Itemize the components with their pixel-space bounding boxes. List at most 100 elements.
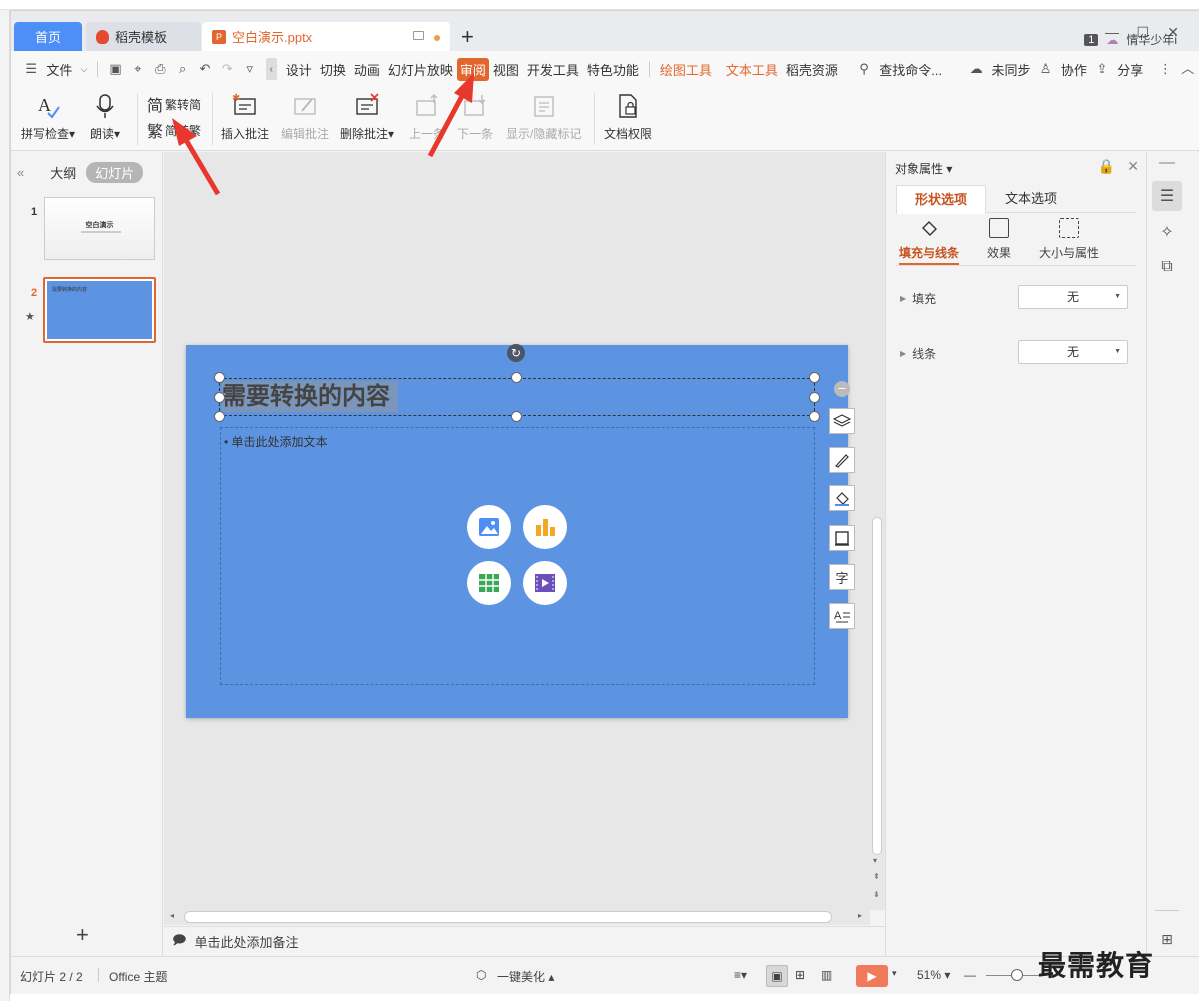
- slide-thumbnail-1[interactable]: 空白演示: [44, 197, 155, 260]
- menu-view[interactable]: 视图: [489, 60, 523, 79]
- collaborate-button[interactable]: 协作: [1057, 60, 1091, 79]
- resize-handle[interactable]: [214, 392, 225, 403]
- document-rights-button[interactable]: 文档权限: [604, 87, 652, 142]
- slide-sorter-icon[interactable]: ⊞: [795, 968, 805, 982]
- print-icon[interactable]: ⎙: [152, 61, 168, 77]
- scroll-left-icon[interactable]: ◂: [170, 911, 174, 920]
- fill-select[interactable]: 无 ▼: [1018, 285, 1128, 309]
- expand-arrow-icon[interactable]: ▶: [900, 349, 906, 358]
- notes-bar[interactable]: 🗩 单击此处添加备注: [164, 926, 885, 956]
- edit-comment-button[interactable]: 编辑批注: [281, 87, 329, 142]
- collapse-toolbar-icon[interactable]: −: [834, 381, 850, 397]
- search-icon[interactable]: ⚲: [856, 61, 872, 77]
- menu-file[interactable]: 文件: [42, 60, 76, 79]
- tab-template[interactable]: 稻壳模板: [86, 22, 201, 51]
- format-painter-icon[interactable]: ⌖: [130, 61, 146, 77]
- slide-thumbnail-2[interactable]: 需要转换的内容: [43, 277, 156, 343]
- subtab-effects[interactable]: 效果: [987, 218, 1011, 261]
- menu-review[interactable]: 审阅: [456, 57, 489, 81]
- window-count-badge[interactable]: 1: [1084, 33, 1099, 46]
- body-placeholder-text[interactable]: • 单击此处添加文本: [224, 433, 328, 450]
- resize-handle[interactable]: [809, 372, 820, 383]
- fill-row[interactable]: ▶ 填充: [900, 290, 936, 307]
- menu-animation[interactable]: 动画: [350, 60, 384, 79]
- redo-icon[interactable]: ↷: [219, 61, 235, 77]
- sync-status[interactable]: 未同步: [987, 60, 1034, 79]
- properties-toggle-icon[interactable]: ☰: [1152, 181, 1182, 211]
- next-slide-icon[interactable]: ⇟: [873, 890, 880, 899]
- print-preview-icon[interactable]: ⌕: [174, 61, 190, 77]
- tab-document[interactable]: P 空白演示.pptx: [202, 22, 450, 51]
- rotate-handle-icon[interactable]: ↻: [507, 344, 525, 362]
- line-select[interactable]: 无 ▼: [1018, 340, 1128, 364]
- resize-handle[interactable]: [214, 372, 225, 383]
- reading-view-icon[interactable]: ▥: [821, 968, 832, 982]
- search-command-field[interactable]: 查找命令...: [875, 60, 946, 79]
- play-slideshow-icon[interactable]: ▶: [856, 965, 888, 987]
- properties-title[interactable]: 对象属性 ▾: [895, 160, 952, 177]
- insert-video-icon[interactable]: [523, 561, 567, 605]
- zoom-out-icon[interactable]: —: [964, 968, 976, 982]
- menu-developer[interactable]: 开发工具: [523, 60, 583, 79]
- delete-comment-button[interactable]: 删除批注▾: [340, 87, 394, 142]
- horizontal-scroll-thumb[interactable]: [184, 911, 832, 923]
- slide-title[interactable]: 需要转换的内容: [222, 381, 398, 412]
- tab-text-options[interactable]: 文本选项: [986, 185, 1076, 212]
- hamburger-icon[interactable]: ☰: [23, 61, 39, 77]
- insert-table-icon[interactable]: [467, 561, 511, 605]
- menu-drawing-tools[interactable]: 绘图工具: [656, 60, 716, 79]
- vertical-scroll-thumb[interactable]: [872, 517, 882, 855]
- vertical-scrollbar[interactable]: ▾ ⇞ ⇟: [870, 152, 885, 910]
- spell-check-button[interactable]: A 拼写检查▾: [21, 87, 75, 142]
- customize-dropdown-icon[interactable]: ▿: [242, 61, 258, 77]
- read-aloud-button[interactable]: 朗读▾: [90, 87, 120, 142]
- one-click-beautify[interactable]: 一键美化 ▴: [497, 968, 554, 985]
- resize-handle[interactable]: [809, 392, 820, 403]
- tab-home[interactable]: 首页: [14, 22, 82, 51]
- layers-icon[interactable]: [829, 408, 855, 434]
- tab-outline[interactable]: 大纲: [50, 163, 76, 182]
- notes-view-icon[interactable]: ≡▾: [734, 968, 747, 982]
- add-slide-button[interactable]: +: [76, 922, 89, 948]
- menu-features[interactable]: 特色功能: [583, 60, 643, 79]
- scroll-right-icon[interactable]: ▸: [858, 911, 862, 920]
- play-options-icon[interactable]: ▾: [892, 968, 897, 979]
- collapse-ribbon-icon[interactable]: ︿: [1180, 61, 1196, 77]
- show-hide-markup-button[interactable]: 显示/隐藏标记: [506, 87, 581, 142]
- menu-design[interactable]: 设计: [282, 60, 316, 79]
- text-format-icon[interactable]: 字: [829, 564, 855, 590]
- expand-arrow-icon[interactable]: ▶: [900, 294, 906, 303]
- insert-chart-icon[interactable]: [523, 505, 567, 549]
- grid-apps-icon[interactable]: ⊞: [1152, 924, 1182, 954]
- cloud-sync-icon[interactable]: ☁: [968, 61, 984, 77]
- trad-to-simp-button[interactable]: 简 繁转简: [147, 92, 201, 116]
- pin-panel-icon[interactable]: 🔒: [1098, 158, 1115, 175]
- subtab-size-properties[interactable]: 大小与属性: [1039, 218, 1099, 261]
- insert-picture-icon[interactable]: [467, 505, 511, 549]
- simp-to-trad-button[interactable]: 繁 简转繁: [147, 118, 201, 142]
- collaborate-icon[interactable]: ♙: [1037, 61, 1053, 77]
- more-options-icon[interactable]: ⋮: [1157, 61, 1173, 77]
- magic-wand-icon[interactable]: ✧: [1152, 217, 1182, 247]
- previous-comment-button[interactable]: 上一条: [409, 87, 445, 142]
- menu-transition[interactable]: 切换: [316, 60, 350, 79]
- zoom-level[interactable]: 51% ▾: [917, 968, 950, 982]
- resize-handle[interactable]: [214, 411, 225, 422]
- share-button[interactable]: 分享: [1113, 60, 1147, 79]
- scroll-left-icon[interactable]: ‹: [265, 58, 277, 80]
- insert-comment-button[interactable]: ✱ 插入批注: [221, 87, 269, 142]
- resize-handle[interactable]: [511, 411, 522, 422]
- undo-icon[interactable]: ↶: [197, 61, 213, 77]
- scroll-down-icon[interactable]: ▾: [873, 856, 877, 865]
- body-placeholder-frame[interactable]: [220, 427, 815, 685]
- beautify-icon[interactable]: ⬡: [476, 968, 486, 982]
- subtab-fill-line[interactable]: 填充与线条: [899, 218, 960, 265]
- chevron-down-icon[interactable]: ⌵: [79, 61, 88, 77]
- resize-handle[interactable]: [809, 411, 820, 422]
- backup-icon[interactable]: ⧉: [1152, 252, 1182, 282]
- tab-shape-options[interactable]: 形状选项: [896, 185, 986, 214]
- normal-view-icon[interactable]: ▣: [766, 965, 788, 987]
- skin-icon[interactable]: ☁: [1106, 33, 1118, 47]
- menu-resources[interactable]: 稻壳资源: [782, 60, 842, 79]
- pen-icon[interactable]: [829, 447, 855, 473]
